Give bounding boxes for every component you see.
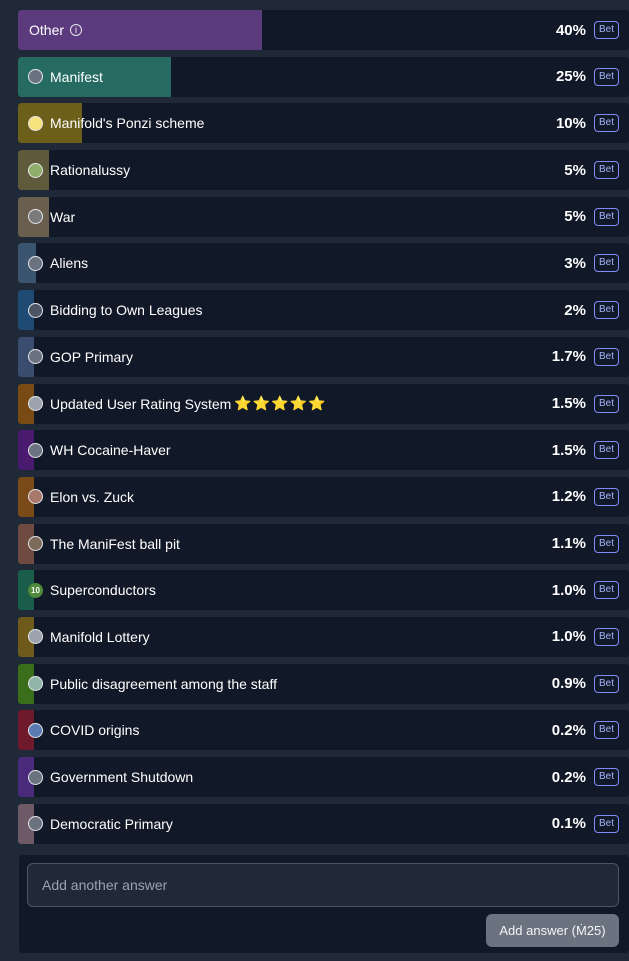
avatar — [28, 442, 43, 458]
avatar — [28, 162, 43, 178]
answer-list: Other i 40% Bet Manifest 25% Bet Manifold's Pon… — [18, 10, 629, 850]
answer-row[interactable]: Government Shutdown 0.2% Bet — [18, 757, 629, 797]
answer-row[interactable]: War 5% Bet — [18, 196, 629, 237]
bet-button[interactable]: Bet — [593, 394, 619, 413]
answer-row[interactable]: GOP Primary 1.7% Bet — [18, 336, 629, 377]
avatar — [28, 69, 43, 85]
answer-label: Superconductors — [50, 582, 156, 599]
answer-label: Democratic Primary — [50, 815, 173, 832]
answer-row[interactable]: Aliens 3% Bet — [18, 243, 629, 284]
answer-row[interactable]: The ManiFest ball pit 1.1% Bet — [18, 523, 629, 564]
answer-label: War — [50, 208, 76, 225]
avatar — [28, 302, 43, 318]
bet-button[interactable]: Bet — [593, 721, 619, 740]
answer-row[interactable]: Public disagreement among the staff 0.9% B… — [18, 663, 629, 704]
answer-percent: 5% — [564, 161, 586, 179]
answer-label: WH Cocaine-Haver — [50, 442, 171, 459]
avatar — [28, 676, 43, 692]
answer-percent: 0.1% — [551, 815, 586, 833]
bet-button[interactable]: Bet — [593, 441, 619, 460]
answer-label: GOP Primary — [50, 348, 133, 365]
answer-row[interactable]: Updated User Rating System ⭐⭐⭐⭐⭐ 1.5% Bet — [18, 383, 629, 424]
answer-label: Rationalussy — [50, 162, 131, 179]
bet-button[interactable]: Bet — [593, 207, 619, 226]
info-icon[interactable]: i — [70, 24, 83, 36]
answer-label: Government Shutdown — [50, 769, 194, 785]
bet-button[interactable]: Bet — [593, 21, 619, 39]
bet-button[interactable]: Bet — [593, 534, 619, 553]
answer-row[interactable]: Manifold's Ponzi scheme 10% Bet — [18, 103, 629, 144]
answer-row[interactable]: WH Cocaine-Haver 1.5% Bet — [18, 430, 629, 471]
add-answer-input[interactable] — [27, 863, 619, 907]
avatar — [28, 115, 43, 131]
avatar — [28, 769, 43, 785]
bet-button[interactable]: Bet — [593, 347, 619, 366]
add-answer-panel: Add answer (Ṁ25) — [19, 855, 629, 953]
answer-percent: 0.2% — [551, 721, 586, 739]
answer-label: COVID origins — [50, 722, 140, 739]
avatar — [28, 489, 43, 505]
answer-row[interactable]: Elon vs. Zuck 1.2% Bet — [18, 476, 629, 517]
answer-label: The ManiFest ball pit — [50, 535, 180, 552]
answers-panel: Other i 40% Bet Manifest 25% Bet Manifold's Pon… — [0, 0, 629, 961]
avatar — [28, 349, 43, 365]
answer-row[interactable]: 10 Superconductors 1.0% Bet — [18, 570, 629, 611]
badge-10-icon: 10 — [28, 582, 43, 598]
avatar — [28, 816, 43, 832]
answer-row[interactable]: Manifest 25% Bet — [18, 56, 629, 97]
answer-label: Aliens — [50, 255, 89, 272]
answer-percent: 0.9% — [551, 675, 586, 693]
answer-percent: 2% — [564, 301, 586, 319]
answer-percent: 3% — [564, 254, 586, 272]
answer-percent: 5% — [564, 208, 586, 226]
answer-row[interactable]: Other i 40% Bet — [18, 10, 629, 50]
bet-button[interactable]: Bet — [593, 674, 619, 693]
answer-row[interactable]: Democratic Primary 0.1% Bet — [18, 803, 629, 844]
bet-button[interactable]: Bet — [593, 487, 619, 506]
avatar — [28, 255, 43, 271]
answer-label: Manifold's Ponzi scheme — [50, 115, 205, 132]
add-answer-button[interactable]: Add answer (Ṁ25) — [486, 914, 619, 947]
answer-percent: 1.1% — [551, 535, 586, 553]
bet-button[interactable]: Bet — [593, 301, 619, 320]
answer-label: Updated User Rating System — [50, 395, 232, 412]
avatar — [28, 209, 43, 225]
answer-row[interactable]: Manifold Lottery 1.0% Bet — [18, 616, 629, 657]
answer-label: Other — [29, 22, 65, 38]
answer-percent: 1.7% — [551, 348, 586, 366]
answer-label: Manifold Lottery — [50, 628, 150, 645]
bet-button[interactable]: Bet — [593, 161, 619, 180]
bet-button[interactable]: Bet — [593, 627, 619, 646]
avatar — [28, 536, 43, 552]
bet-button[interactable]: Bet — [593, 254, 619, 273]
answer-label: Elon vs. Zuck — [50, 488, 135, 505]
bet-button[interactable]: Bet — [593, 814, 619, 833]
answer-percent: 40% — [555, 21, 586, 39]
answer-percent: 1.5% — [551, 395, 586, 412]
avatar — [28, 722, 43, 738]
bet-button[interactable]: Bet — [593, 768, 619, 786]
answer-label: Bidding to Own Leagues — [50, 302, 203, 319]
answer-label: Public disagreement among the staff — [50, 675, 277, 692]
avatar — [28, 629, 43, 645]
answer-percent: 1.0% — [551, 581, 586, 599]
bet-button[interactable]: Bet — [593, 67, 619, 86]
star-icons: ⭐⭐⭐⭐⭐ — [234, 395, 327, 411]
answer-percent: 25% — [555, 68, 586, 86]
answer-row[interactable]: Rationalussy 5% Bet — [18, 150, 629, 191]
answer-percent: 1.2% — [551, 488, 586, 506]
answer-percent: 0.2% — [551, 768, 586, 786]
answer-row[interactable]: COVID origins 0.2% Bet — [18, 710, 629, 751]
answer-row[interactable]: Bidding to Own Leagues 2% Bet — [18, 290, 629, 331]
avatar — [28, 396, 43, 411]
bet-button[interactable]: Bet — [593, 581, 619, 600]
answer-percent: 1.5% — [551, 441, 586, 459]
answer-percent: 10% — [555, 114, 586, 132]
answer-percent: 1.0% — [551, 628, 586, 646]
bet-button[interactable]: Bet — [593, 114, 619, 133]
answer-label: Manifest — [50, 68, 103, 85]
